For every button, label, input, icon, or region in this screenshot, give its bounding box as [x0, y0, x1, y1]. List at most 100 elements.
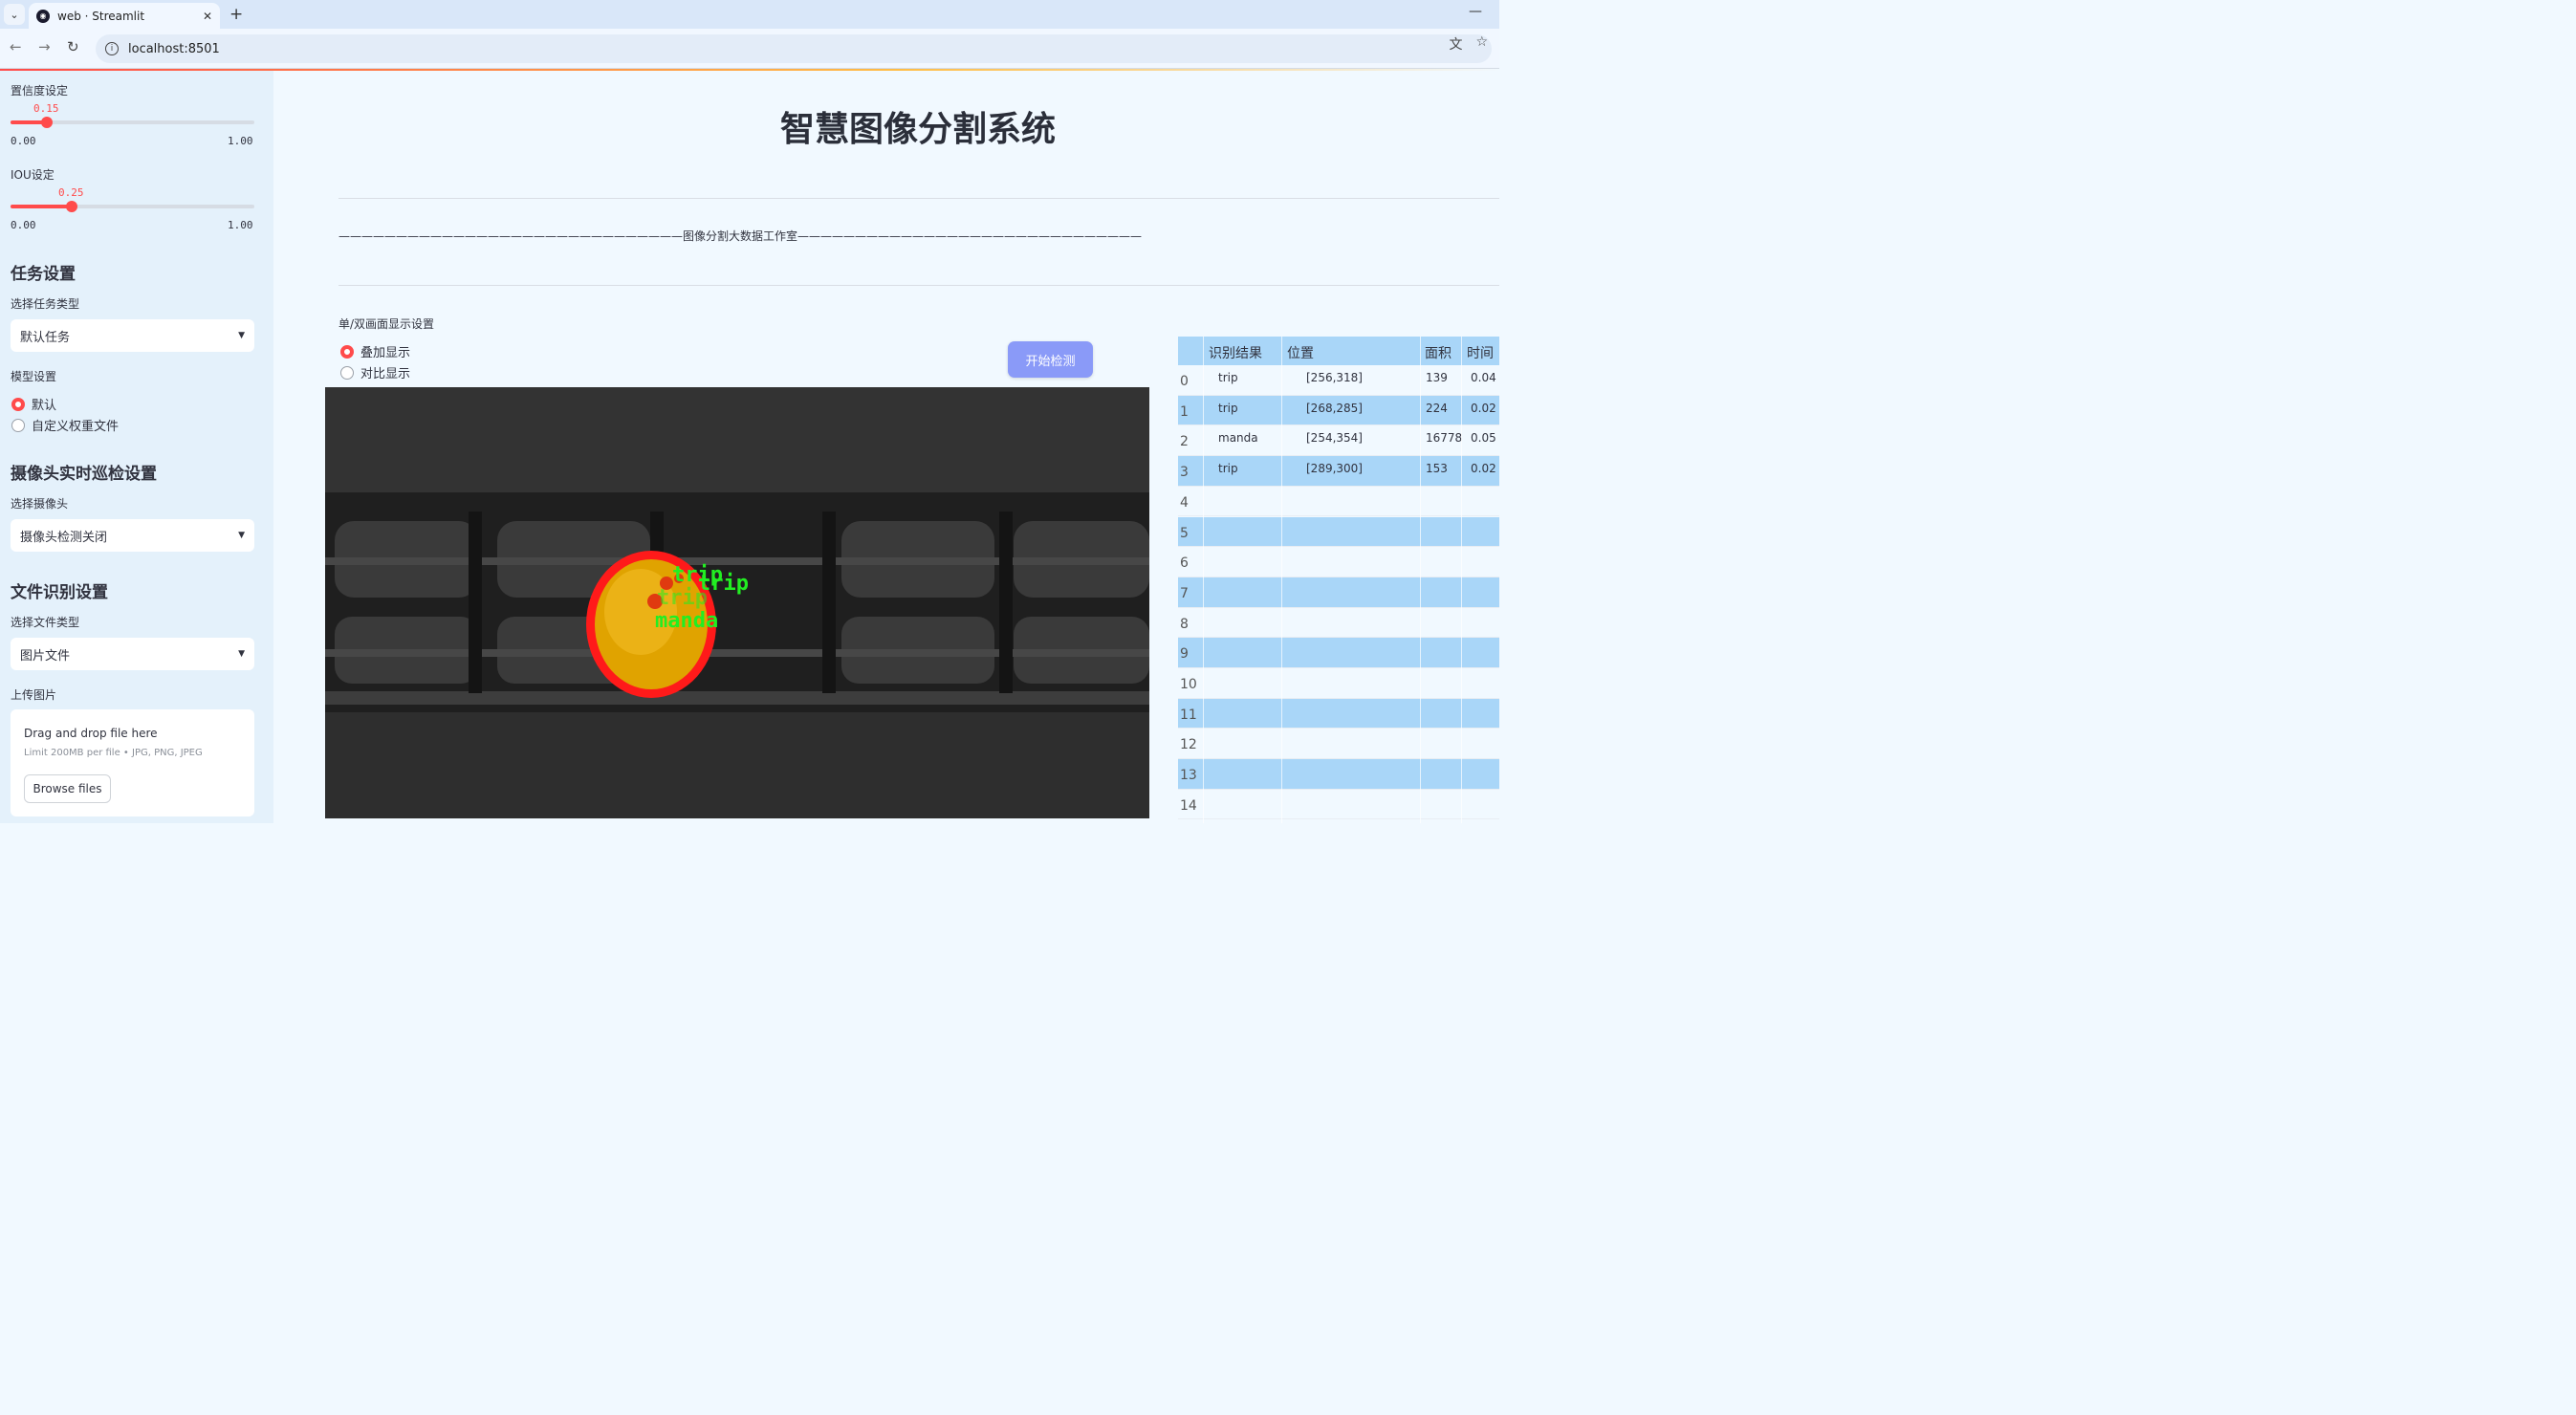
browser-tab[interactable]: ◉ web · Streamlit ✕	[29, 3, 220, 29]
cell-label: trip	[1218, 462, 1238, 476]
back-arrow-icon[interactable]: ←	[10, 38, 22, 55]
table-row[interactable]: 0 trip [256,318] 139 0.04	[1178, 365, 1499, 396]
url-field[interactable]: i localhost:8501	[96, 34, 1492, 63]
detection-label-manda: manda	[655, 609, 718, 633]
iou-slider-fill	[11, 205, 72, 208]
col-header-time[interactable]: 时间	[1467, 343, 1494, 362]
table-row[interactable]: 1 trip [268,285] 224 0.02	[1178, 395, 1499, 426]
file-type-label: 选择文件类型	[11, 616, 80, 629]
task-settings-header: 任务设置	[11, 265, 76, 284]
model-settings-label: 模型设置	[11, 370, 57, 383]
iou-slider[interactable]	[11, 201, 254, 212]
col-header-label[interactable]: 识别结果	[1209, 343, 1262, 362]
row-index: 6	[1180, 555, 1189, 572]
segmentation-result-image: trip trip trip manda	[325, 387, 1149, 818]
reload-icon[interactable]: ↻	[67, 38, 79, 55]
file-dropzone[interactable]: Drag and drop file here Limit 200MB per …	[11, 709, 254, 816]
model-option-custom-label: 自定义权重文件	[32, 420, 120, 434]
iou-value: 0.25	[58, 186, 84, 199]
radio-selected-icon	[340, 344, 354, 359]
table-row[interactable]: 11	[1178, 698, 1499, 729]
task-type-label: 选择任务类型	[11, 297, 80, 311]
site-info-icon[interactable]: i	[105, 42, 119, 55]
cell-label: trip	[1218, 401, 1238, 415]
table-row[interactable]: 9	[1178, 638, 1499, 668]
tab-close-icon[interactable]: ✕	[203, 10, 212, 23]
file-type-value: 图片文件	[20, 648, 71, 664]
browse-files-button[interactable]: Browse files	[24, 774, 111, 803]
table-row[interactable]: 7	[1178, 577, 1499, 608]
file-type-select[interactable]: 图片文件 ▼	[11, 638, 254, 670]
iou-slider-thumb[interactable]	[65, 201, 77, 212]
confidence-label: 置信度设定	[11, 84, 69, 98]
table-row[interactable]: 6	[1178, 547, 1499, 577]
display-radio-compare[interactable]: 对比显示	[340, 363, 410, 381]
file-settings-header: 文件识别设置	[11, 583, 108, 602]
divider-top	[338, 198, 1499, 199]
tab-title: web · Streamlit	[57, 9, 145, 23]
upload-label: 上传图片	[11, 688, 57, 702]
task-type-select[interactable]: 默认任务 ▼	[11, 319, 254, 352]
address-bar: ← → ↻ i localhost:8501 文 ☆	[0, 29, 1499, 69]
browser-tab-bar: ⌄ ◉ web · Streamlit ✕ + —	[0, 0, 1499, 29]
column-divider	[1461, 337, 1462, 823]
col-header-position[interactable]: 位置	[1287, 343, 1314, 362]
cell-position: [268,285]	[1306, 401, 1363, 415]
display-option-overlay-label: 叠加显示	[360, 346, 411, 360]
cell-time: 0.02	[1471, 401, 1496, 415]
model-radio-custom[interactable]: 自定义权重文件	[11, 416, 119, 434]
row-index: 14	[1180, 797, 1197, 814]
table-row[interactable]: 12	[1178, 729, 1499, 760]
row-index: 9	[1180, 646, 1189, 663]
table-row[interactable]: 13	[1178, 759, 1499, 790]
divider-bottom	[338, 285, 1499, 286]
table-row[interactable]: 3 trip [289,300] 153 0.02	[1178, 456, 1499, 487]
row-index: 8	[1180, 616, 1189, 632]
iou-max: 1.00	[228, 219, 253, 231]
translate-icon[interactable]: 文	[1449, 34, 1462, 54]
confidence-slider-thumb[interactable]	[41, 117, 54, 128]
page-title: 智慧图像分割系统	[779, 110, 1056, 149]
url-text: localhost:8501	[128, 41, 220, 56]
detection-label-trip-3: trip	[657, 586, 708, 610]
cell-area: 139	[1426, 371, 1448, 384]
display-radio-overlay[interactable]: 叠加显示	[340, 342, 410, 360]
new-tab-plus-icon[interactable]: +	[229, 5, 243, 24]
radio-selected-icon	[11, 397, 25, 411]
cell-area: 153	[1426, 462, 1448, 476]
confidence-min: 0.00	[11, 135, 36, 147]
camera-settings-header: 摄像头实时巡检设置	[11, 465, 157, 484]
table-row[interactable]: 14	[1178, 789, 1499, 820]
chevron-down-icon: ▼	[238, 531, 245, 540]
row-index: 0	[1180, 374, 1189, 389]
col-header-area[interactable]: 面积	[1425, 343, 1452, 362]
window-minimize-icon[interactable]: —	[1469, 4, 1482, 19]
row-index: 4	[1180, 494, 1189, 511]
camera-select-label: 选择摄像头	[11, 497, 69, 511]
cell-area: 16778	[1426, 431, 1463, 446]
table-row[interactable]: 2 manda [254,354] 16778 0.05	[1178, 425, 1499, 457]
row-index: 7	[1180, 585, 1189, 601]
confidence-slider[interactable]	[11, 117, 254, 128]
chevron-down-icon: ▼	[238, 649, 245, 659]
row-index: 1	[1180, 403, 1189, 420]
radio-unselected-icon	[340, 365, 354, 380]
row-index: 13	[1180, 768, 1197, 784]
table-row[interactable]: 10	[1178, 668, 1499, 699]
camera-select[interactable]: 摄像头检测关闭 ▼	[11, 519, 254, 552]
bookmark-star-icon[interactable]: ☆	[1475, 34, 1488, 54]
row-index: 11	[1180, 707, 1197, 723]
table-row[interactable]: 4	[1178, 486, 1499, 517]
table-row[interactable]: 8	[1178, 607, 1499, 639]
tab-search-chevron-icon[interactable]: ⌄	[4, 4, 25, 25]
camera-select-value: 摄像头检测关闭	[20, 530, 108, 545]
cell-area: 224	[1426, 401, 1448, 415]
cell-label: manda	[1218, 431, 1258, 446]
row-index: 3	[1180, 465, 1189, 481]
streamlit-favicon-icon: ◉	[36, 9, 50, 23]
cell-position: [254,354]	[1306, 431, 1363, 446]
forward-arrow-icon[interactable]: →	[38, 38, 51, 55]
start-detection-button[interactable]: 开始检测	[1008, 341, 1093, 378]
model-radio-default[interactable]: 默认	[11, 395, 56, 413]
table-row[interactable]: 5	[1178, 516, 1499, 548]
